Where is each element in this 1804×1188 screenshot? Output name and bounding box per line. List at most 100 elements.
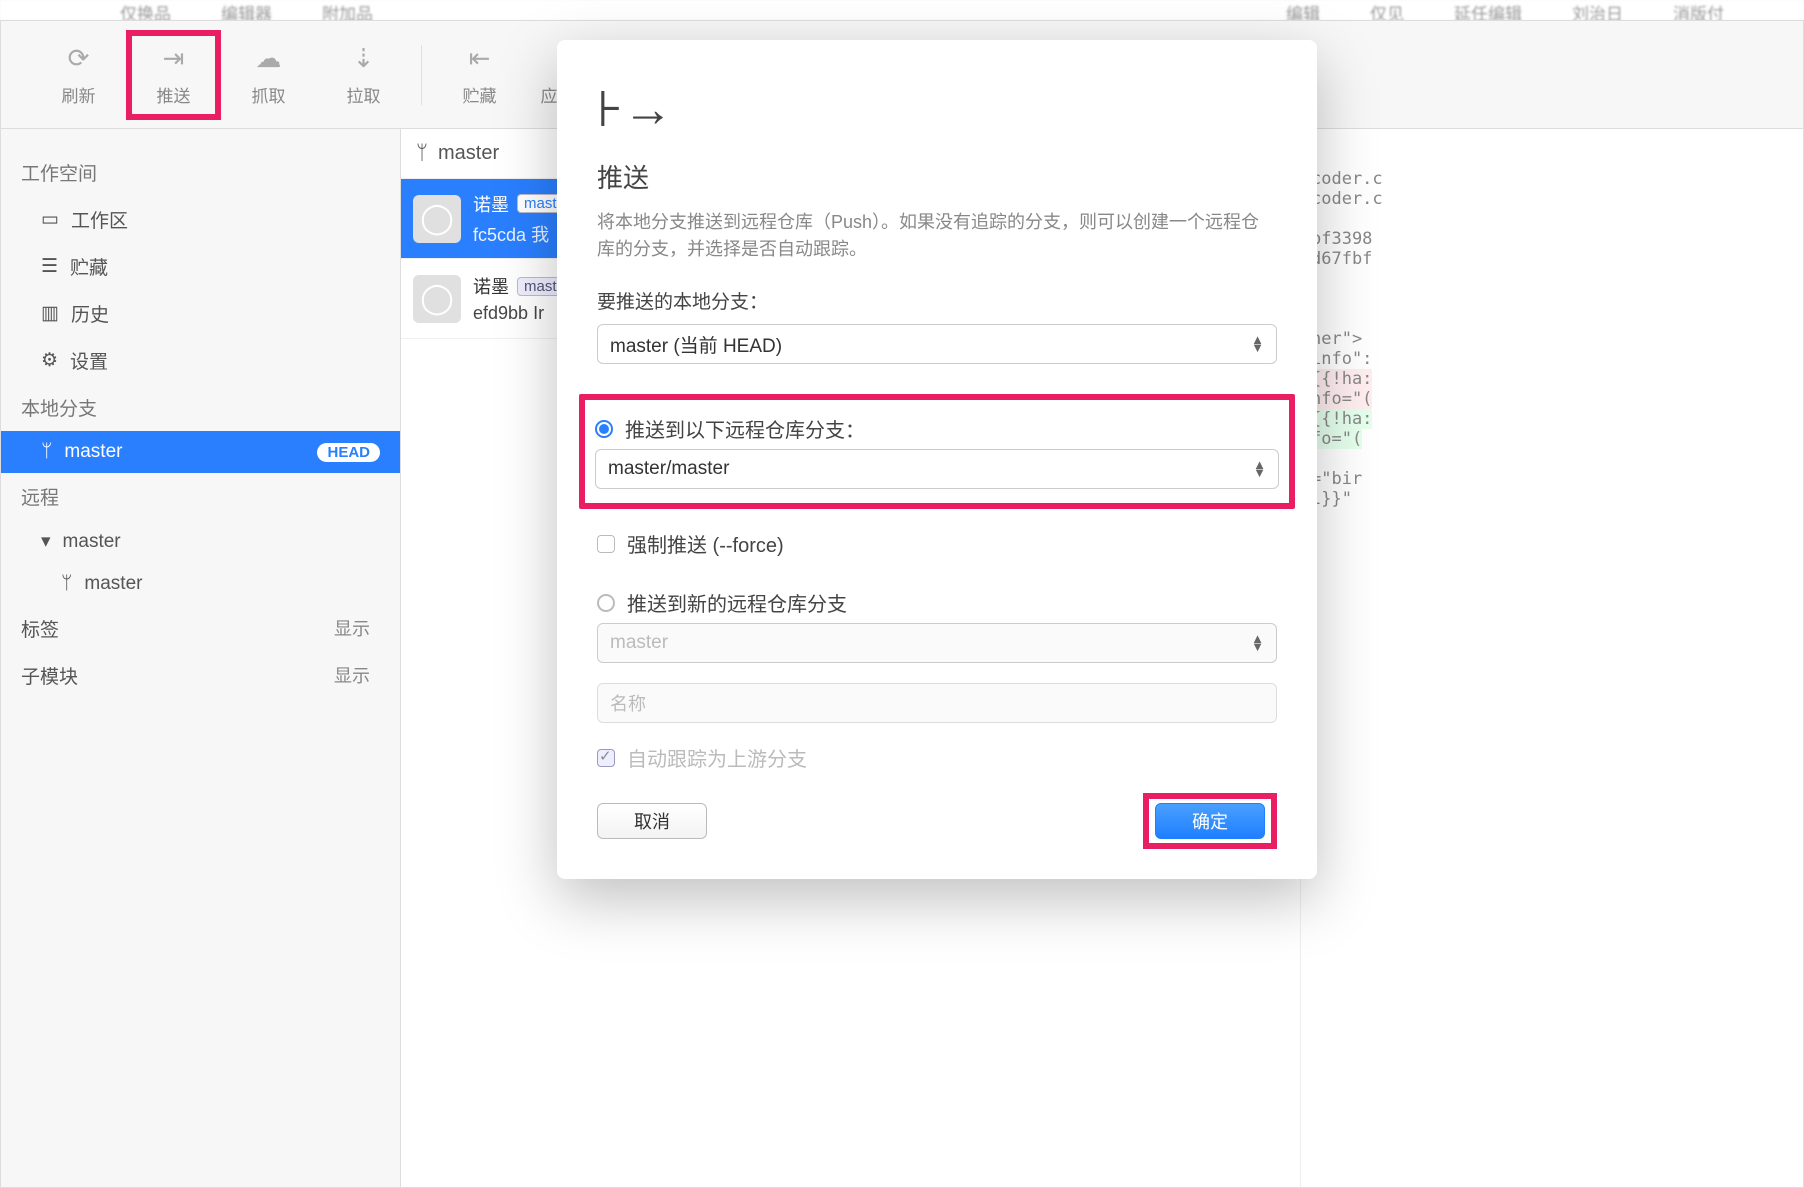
chevron-updown-icon: ▲▼ [1251,635,1264,651]
menu-item[interactable]: 编辑器 [221,0,272,20]
sidebar-item-master[interactable]: ᛘ master HEAD [1,431,400,473]
code-line: l}}" [1311,489,1352,509]
menu-item[interactable]: 编辑 [1286,0,1320,20]
fetch-icon: ☁ [256,43,282,74]
refresh-icon: ⟳ [68,43,90,74]
sidebar-label: 贮藏 [70,253,108,280]
highlighted-remote-section: 推送到以下远程仓库分支： master/master ▲▼ [579,394,1295,509]
code-panel: coder.c coder.c pf3398 d67fbf ner"> info… [1301,129,1803,1187]
sidebar-heading-workspace: 工作空间 [1,149,400,196]
toolbar-separator [421,45,422,105]
stash-icon: ⇤ [469,43,491,74]
pull-button[interactable]: ⇣ 拉取 [316,30,411,120]
confirm-button[interactable]: 确定 [1155,803,1265,839]
refresh-label: 刷新 [62,82,96,107]
sidebar-row-submodules: 子模块 显示 [1,652,400,699]
folder-icon: ▭ [41,208,59,231]
auto-track-row: 自动跟踪为上游分支 [597,737,1277,778]
new-remote-select: master ▲▼ [597,623,1277,663]
push-new-label: 推送到新的远程仓库分支 [627,588,847,617]
fetch-button[interactable]: ☁ 抓取 [221,30,316,120]
push-button[interactable]: ⇥ 推送 [126,30,221,120]
sidebar-label: master [64,441,122,463]
code-line: d67fbf [1311,249,1372,269]
push-dialog-icon: ⊦→ [597,80,1277,138]
select-value: master/master [608,458,729,480]
sidebar-item-remote-master[interactable]: ▾ master [1,520,400,563]
show-submodules-button[interactable]: 显示 [334,662,370,689]
menu-item[interactable]: 仅换品 [120,0,171,20]
push-existing-radio-row[interactable]: 推送到以下远程仓库分支： [595,408,1279,449]
sidebar-item-history[interactable]: ▥ 历史 [1,290,400,337]
sidebar-item-stash[interactable]: ☰ 贮藏 [1,243,400,290]
push-existing-label: 推送到以下远程仓库分支： [625,414,865,443]
select-value: master [610,632,668,654]
code-line: coder.c [1311,189,1383,209]
radio-checked-icon[interactable] [595,420,613,438]
stash-button[interactable]: ⇤ 贮藏 [432,30,527,120]
push-dialog: ⊦→ 推送 将本地分支推送到远程仓库（Push）。如果没有追踪的分支，则可以创建… [557,40,1317,879]
sidebar-item-workdir[interactable]: ▭ 工作区 [1,196,400,243]
checkbox-unchecked-icon[interactable] [597,535,615,553]
fetch-label: 抓取 [252,82,286,107]
code-line: ner"> [1311,329,1362,349]
avatar: ◯ [413,275,461,323]
commit-msg: 我 [531,225,549,245]
branch-icon: ᛘ [41,441,52,463]
radio-unchecked-icon[interactable] [597,594,615,612]
code-line: coder.c [1311,169,1383,189]
chevron-down-icon: ▾ [41,530,51,553]
menu-item[interactable]: 刘治日 [1572,0,1623,20]
confirm-highlight: 确定 [1143,793,1277,849]
push-new-radio-row[interactable]: 推送到新的远程仓库分支 [597,582,1277,623]
sidebar-row-tags: 标签 显示 [1,605,400,652]
commit-msg: Ir [533,303,544,323]
commit-author: 诺墨 [473,191,509,217]
commit-hash: fc5cda [473,225,526,245]
force-push-label: 强制推送 (--force) [627,529,784,558]
menu-item[interactable]: 仅见 [1370,0,1404,20]
pull-icon: ⇣ [353,43,375,74]
sidebar-label: master [84,573,142,595]
sidebar-item-remote-master-branch[interactable]: ᛘ master [1,563,400,605]
gear-icon: ⚙ [41,349,58,372]
sidebar-item-settings[interactable]: ⚙ 设置 [1,337,400,384]
cancel-button[interactable]: 取消 [597,803,707,839]
confirm-label: 确定 [1192,808,1228,834]
code-line: {{!ha: [1311,369,1372,389]
cancel-label: 取消 [634,808,670,834]
auto-track-label: 自动跟踪为上游分支 [627,743,807,772]
code-line: fo="( [1311,429,1362,449]
dialog-footer: 取消 确定 [597,793,1277,849]
select-value: master (当前 HEAD) [610,331,782,358]
push-icon: ⇥ [163,43,185,74]
stash-label: 贮藏 [463,82,497,107]
sidebar-label: 历史 [71,300,109,327]
dialog-title: 推送 [597,158,1277,195]
menu-item[interactable]: 消版付 [1673,0,1724,20]
sidebar-heading-local-branches: 本地分支 [1,384,400,431]
force-push-checkbox-row[interactable]: 强制推送 (--force) [597,523,1277,564]
local-branch-label: 要推送的本地分支： [597,287,1277,314]
sidebar-heading-tags: 标签 [21,615,59,642]
remote-branch-select[interactable]: master/master ▲▼ [595,449,1279,489]
branch-icon: ᛘ [416,142,428,165]
show-tags-button[interactable]: 显示 [334,615,370,642]
branch-name: master [438,142,499,165]
input-placeholder: 名称 [610,690,646,716]
stack-icon: ☰ [41,255,58,278]
code-line: info": [1311,349,1372,369]
dialog-description: 将本地分支推送到远程仓库（Push）。如果没有追踪的分支，则可以创建一个远程仓库… [597,209,1277,263]
name-input: 名称 [597,683,1277,723]
menu-item[interactable]: 附加品 [322,0,373,20]
code-line: ="bir [1311,469,1362,489]
chevron-updown-icon: ▲▼ [1253,461,1266,477]
local-branch-select[interactable]: master (当前 HEAD) ▲▼ [597,324,1277,364]
commit-author: 诺墨 [473,273,509,299]
menu-item[interactable]: 延任编辑 [1454,0,1522,20]
code-line: pf3398 [1311,229,1372,249]
top-menu: 仅换品 编辑器 附加品 编辑 仅见 延任编辑 刘治日 消版付 [0,0,1804,20]
push-label: 推送 [157,82,191,107]
pull-label: 拉取 [347,82,381,107]
refresh-button[interactable]: ⟳ 刷新 [31,30,126,120]
